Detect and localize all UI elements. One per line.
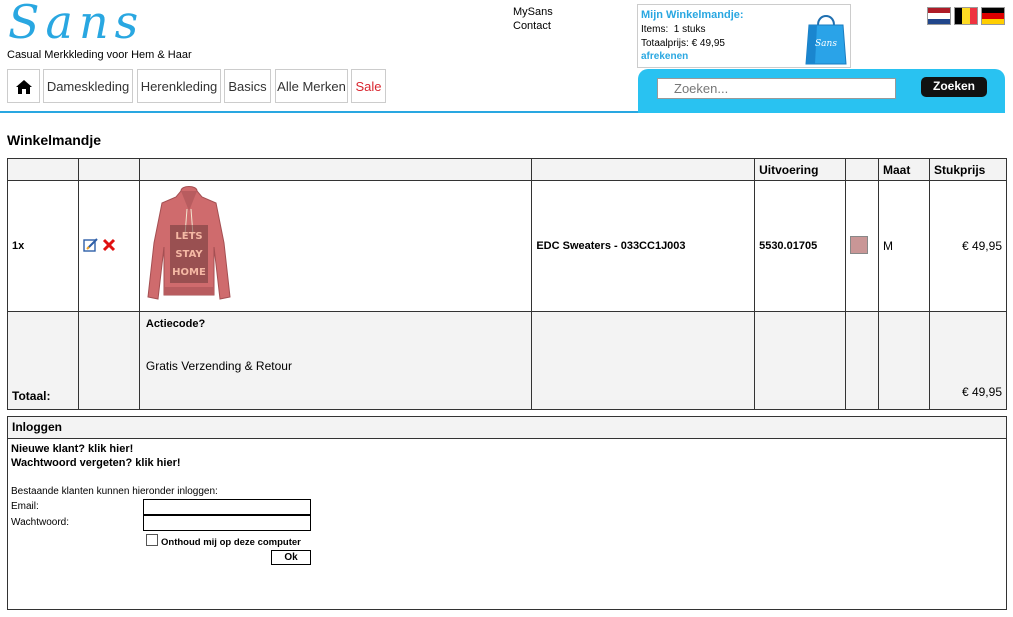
header-maat: Maat	[878, 158, 930, 181]
germany-flag[interactable]	[981, 7, 1005, 25]
home-icon	[15, 80, 32, 94]
total-label: Totaal:	[7, 311, 79, 410]
password-field[interactable]	[143, 515, 311, 531]
mini-cart: Mijn Winkelmandje: Items: 1 stuks Totaal…	[637, 4, 851, 68]
search-button[interactable]: Zoeken	[921, 77, 987, 97]
total-amount: € 49,95	[928, 311, 1008, 410]
tagline: Casual Merkkleding voor Hem & Haar	[7, 49, 192, 61]
cart-table: Uitvoering Maat Stukprijs 1x LETS STAY H	[7, 158, 1008, 410]
item-color-cell	[845, 180, 880, 312]
total-cell	[878, 311, 930, 410]
forgot-password-link[interactable]: Wachtwoord vergeten? klik hier!	[11, 457, 181, 469]
edit-icon[interactable]	[83, 237, 99, 255]
nav-basics[interactable]: Basics	[224, 69, 271, 103]
total-cell	[845, 311, 880, 410]
header-cell	[531, 158, 756, 181]
header-stukprijs: Stukprijs	[928, 158, 1008, 181]
nav-dameskleding[interactable]: Dameskleding	[43, 69, 133, 103]
product-image[interactable]: LETS STAY HOME	[144, 183, 234, 307]
total-cell	[77, 311, 140, 410]
ok-button[interactable]: Ok	[271, 550, 311, 565]
login-panel: Inloggen Nieuwe klant? klik hier! Wachtw…	[7, 416, 1007, 610]
total-cell	[531, 311, 756, 410]
promo-cell: Actiecode? Gratis Verzending & Retour	[138, 311, 533, 410]
bag-logo-text: Sans	[815, 39, 837, 49]
actiecode-link[interactable]: Actiecode?	[146, 318, 527, 330]
item-actions	[77, 180, 140, 312]
password-label: Wachtwoord:	[11, 517, 69, 528]
header-cell	[7, 158, 79, 181]
mini-cart-items: Items: 1 stuks	[641, 24, 705, 35]
search-input[interactable]	[657, 78, 896, 99]
login-header: Inloggen	[8, 417, 1006, 439]
mini-cart-title: Mijn Winkelmandje:	[641, 9, 744, 21]
checkout-link[interactable]: afrekenen	[641, 51, 688, 62]
svg-text:STAY: STAY	[175, 249, 203, 260]
home-button[interactable]	[7, 69, 40, 103]
items-value: 1 stuks	[673, 24, 706, 35]
cart-header-row: Uitvoering Maat Stukprijs	[7, 158, 1008, 181]
header-cell	[138, 158, 533, 181]
cart-item-row: 1x LETS STAY HOME EDC Sweaters - 033CC1J…	[7, 180, 1008, 312]
item-price: € 49,95	[928, 180, 1008, 312]
item-size: M	[878, 180, 930, 312]
mini-cart-total: Totaalprijs: € 49,95	[641, 38, 725, 49]
item-quantity: 1x	[7, 180, 79, 312]
top-links: MySans Contact	[513, 5, 553, 33]
sans-logo[interactable]: Sans	[6, 0, 206, 46]
cart-total-row: Totaal: Actiecode? Gratis Verzending & R…	[7, 311, 1008, 410]
item-image-cell: LETS STAY HOME	[138, 180, 533, 312]
shipping-note: Gratis Verzending & Retour	[145, 359, 292, 373]
total-cell	[754, 311, 847, 410]
nav-herenkleding[interactable]: Herenkleding	[137, 69, 221, 103]
netherlands-flag[interactable]	[927, 7, 951, 25]
nav-alle-merken[interactable]: Alle Merken	[275, 69, 348, 103]
shopping-bag-icon[interactable]: Sans	[805, 9, 847, 65]
nav-sale[interactable]: Sale	[351, 69, 386, 103]
color-swatch	[850, 235, 869, 254]
svg-text:HOME: HOME	[172, 267, 206, 278]
email-label: Email:	[11, 501, 39, 512]
email-field[interactable]	[143, 499, 311, 515]
item-uitvoering: 5530.01705	[754, 180, 847, 312]
header-cell	[845, 158, 880, 181]
total-label: Totaalprijs:	[641, 38, 689, 49]
login-intro: Bestaande klanten kunnen hieronder inlog…	[11, 486, 218, 497]
new-customer-link[interactable]: Nieuwe klant? klik hier!	[11, 443, 133, 455]
mysans-link[interactable]: MySans	[513, 5, 553, 19]
contact-link[interactable]: Contact	[513, 19, 553, 33]
header-uitvoering: Uitvoering	[754, 158, 847, 181]
remember-checkbox[interactable]	[146, 534, 158, 546]
total-value: € 49,95	[691, 38, 725, 49]
svg-text:LETS: LETS	[175, 231, 202, 242]
page-title: Winkelmandje	[7, 132, 102, 148]
item-name: EDC Sweaters - 033CC1J003	[531, 180, 756, 312]
remember-label: Onthoud mij op deze computer	[161, 537, 301, 548]
delete-icon[interactable]	[102, 238, 116, 255]
header-cell	[77, 158, 140, 181]
items-label: Items:	[641, 24, 669, 35]
belgium-flag[interactable]	[954, 7, 978, 25]
logo-text: Sans	[8, 0, 144, 46]
